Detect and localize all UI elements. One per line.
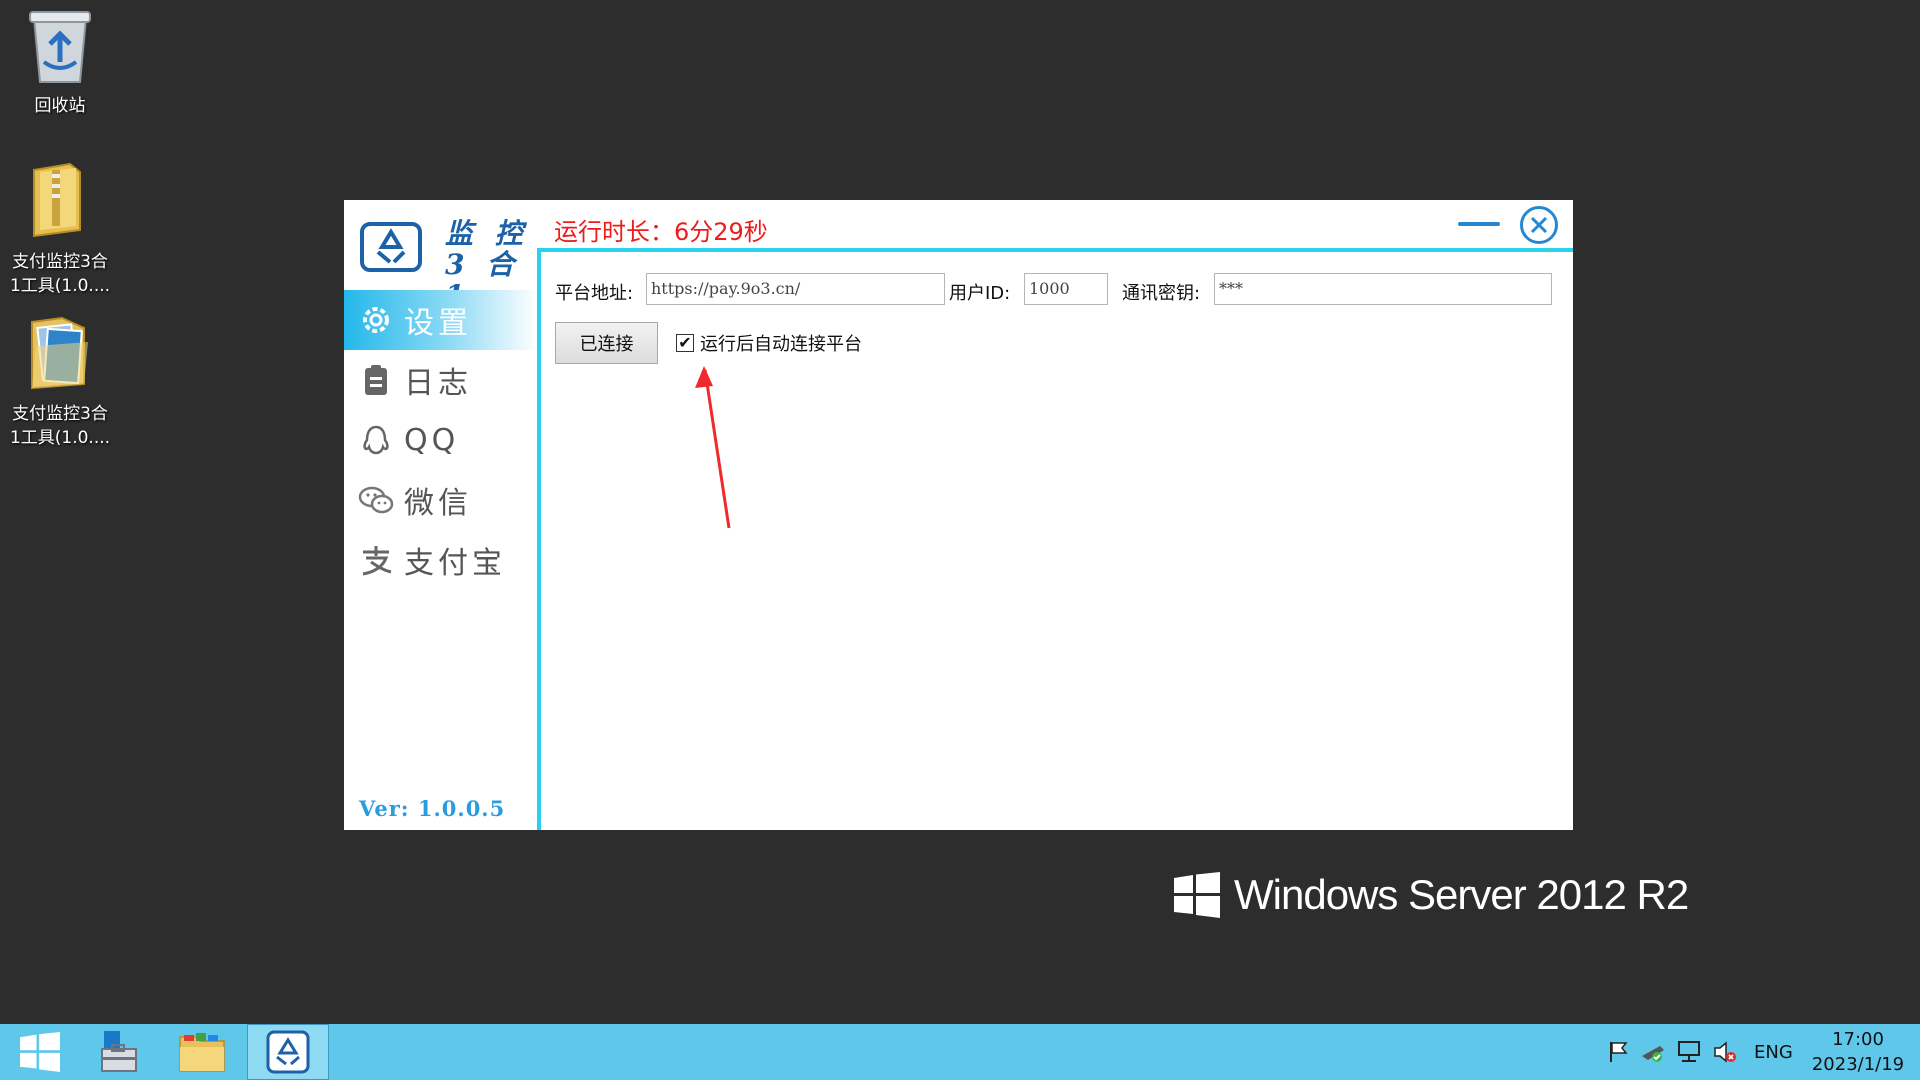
desktop-icon-recycle-bin[interactable]: 回收站 (0, 4, 120, 118)
clipboard-icon (356, 360, 396, 400)
speaker-muted-icon (1714, 1041, 1736, 1063)
logo-line-1: 监 控 (445, 217, 529, 250)
nav-label: QQ (404, 422, 460, 458)
app-window: 监 控 3 合 1 设置 日志 QQ 微信 (344, 200, 1573, 830)
network-tool-button[interactable] (1638, 1024, 1668, 1080)
close-icon (1520, 206, 1558, 244)
app-logo: 监 控 3 合 1 (360, 212, 535, 311)
os-watermark: Windows Server 2012 R2 (1174, 870, 1689, 920)
close-button[interactable] (1519, 205, 1559, 245)
nav-item-log[interactable]: 日志 (344, 350, 537, 410)
action-center-button[interactable] (1604, 1024, 1634, 1080)
desktop-icon-label: 支付监控3合 1工具(1.0.... (9, 404, 111, 448)
desktop-icon-folder[interactable]: 支付监控3合 1工具(1.0.... (0, 312, 120, 450)
nav-item-alipay[interactable]: 支付宝 (344, 530, 537, 590)
network-icon (1678, 1041, 1700, 1062)
nav-item-settings[interactable]: 设置 (344, 290, 537, 350)
desktop-icon-label: 支付监控3合 1工具(1.0.... (9, 252, 111, 296)
runtime-label: 运行时长：6分29秒 (554, 218, 768, 246)
alipay-icon (356, 540, 396, 580)
qq-icon (356, 420, 396, 460)
taskbar: ENG 17:00 2023/1/19 (0, 1024, 1920, 1080)
clock-time: 17:00 (1832, 1029, 1884, 1050)
platform-url-input[interactable]: https://pay.9o3.cn/ (646, 273, 945, 305)
secret-key-label: 通讯密钥: (1122, 283, 1201, 304)
server-manager-icon (101, 1031, 137, 1072)
nav-label: 微信 (404, 486, 472, 521)
zip-folder-icon (0, 160, 120, 250)
header-divider (537, 248, 1573, 252)
nav-item-wechat[interactable]: 微信 (344, 470, 537, 530)
folder-icon (0, 312, 120, 402)
network-tool-icon (1642, 1046, 1664, 1062)
start-button[interactable] (0, 1024, 80, 1080)
flag-icon (1610, 1042, 1628, 1062)
clock[interactable]: 17:00 2023/1/19 (1800, 1027, 1916, 1077)
desktop-icon-zip[interactable]: 支付监控3合 1工具(1.0.... (0, 160, 120, 298)
sidebar: 监 控 3 合 1 设置 日志 QQ 微信 (344, 200, 537, 830)
windows-logo-icon (1174, 872, 1220, 918)
recycle-logo-icon (360, 222, 422, 272)
nav-label: 日志 (404, 366, 472, 401)
nav-item-qq[interactable]: QQ (344, 410, 537, 470)
connect-button[interactable]: 已连接 (555, 322, 658, 364)
version-label: Ver: 1.0.0.5 (359, 796, 506, 821)
server-manager-button[interactable] (76, 1024, 156, 1080)
recycle-bin-icon (0, 4, 120, 94)
sidebar-divider (537, 248, 541, 830)
network-button[interactable] (1674, 1024, 1704, 1080)
secret-key-input[interactable]: *** (1214, 273, 1552, 305)
user-id-label: 用户ID: (949, 283, 1011, 304)
os-watermark-text: Windows Server 2012 R2 (1234, 871, 1689, 918)
platform-url-label: 平台地址: (555, 283, 634, 304)
wechat-icon (356, 480, 396, 520)
nav-label: 支付宝 (404, 546, 506, 581)
auto-connect-label: 运行后自动连接平台 (700, 334, 862, 355)
user-id-input[interactable]: 1000 (1024, 273, 1108, 305)
app-icon (266, 1030, 310, 1074)
nav-label: 设置 (404, 306, 472, 341)
checkbox-box[interactable]: ✔ (676, 334, 694, 352)
app-taskbar-button[interactable] (247, 1024, 329, 1080)
clock-date: 2023/1/19 (1811, 1054, 1905, 1075)
language-indicator[interactable]: ENG (1754, 1042, 1793, 1063)
auto-connect-checkbox[interactable]: ✔ 运行后自动连接平台 (676, 330, 862, 356)
file-explorer-icon (179, 1033, 225, 1072)
desktop-icon-label: 回收站 (34, 96, 86, 116)
volume-button[interactable] (1710, 1024, 1740, 1080)
gear-icon (356, 300, 396, 340)
minimize-icon (1458, 222, 1500, 226)
file-explorer-button[interactable] (162, 1024, 242, 1080)
start-icon (20, 1032, 60, 1072)
minimize-button[interactable] (1457, 214, 1501, 234)
